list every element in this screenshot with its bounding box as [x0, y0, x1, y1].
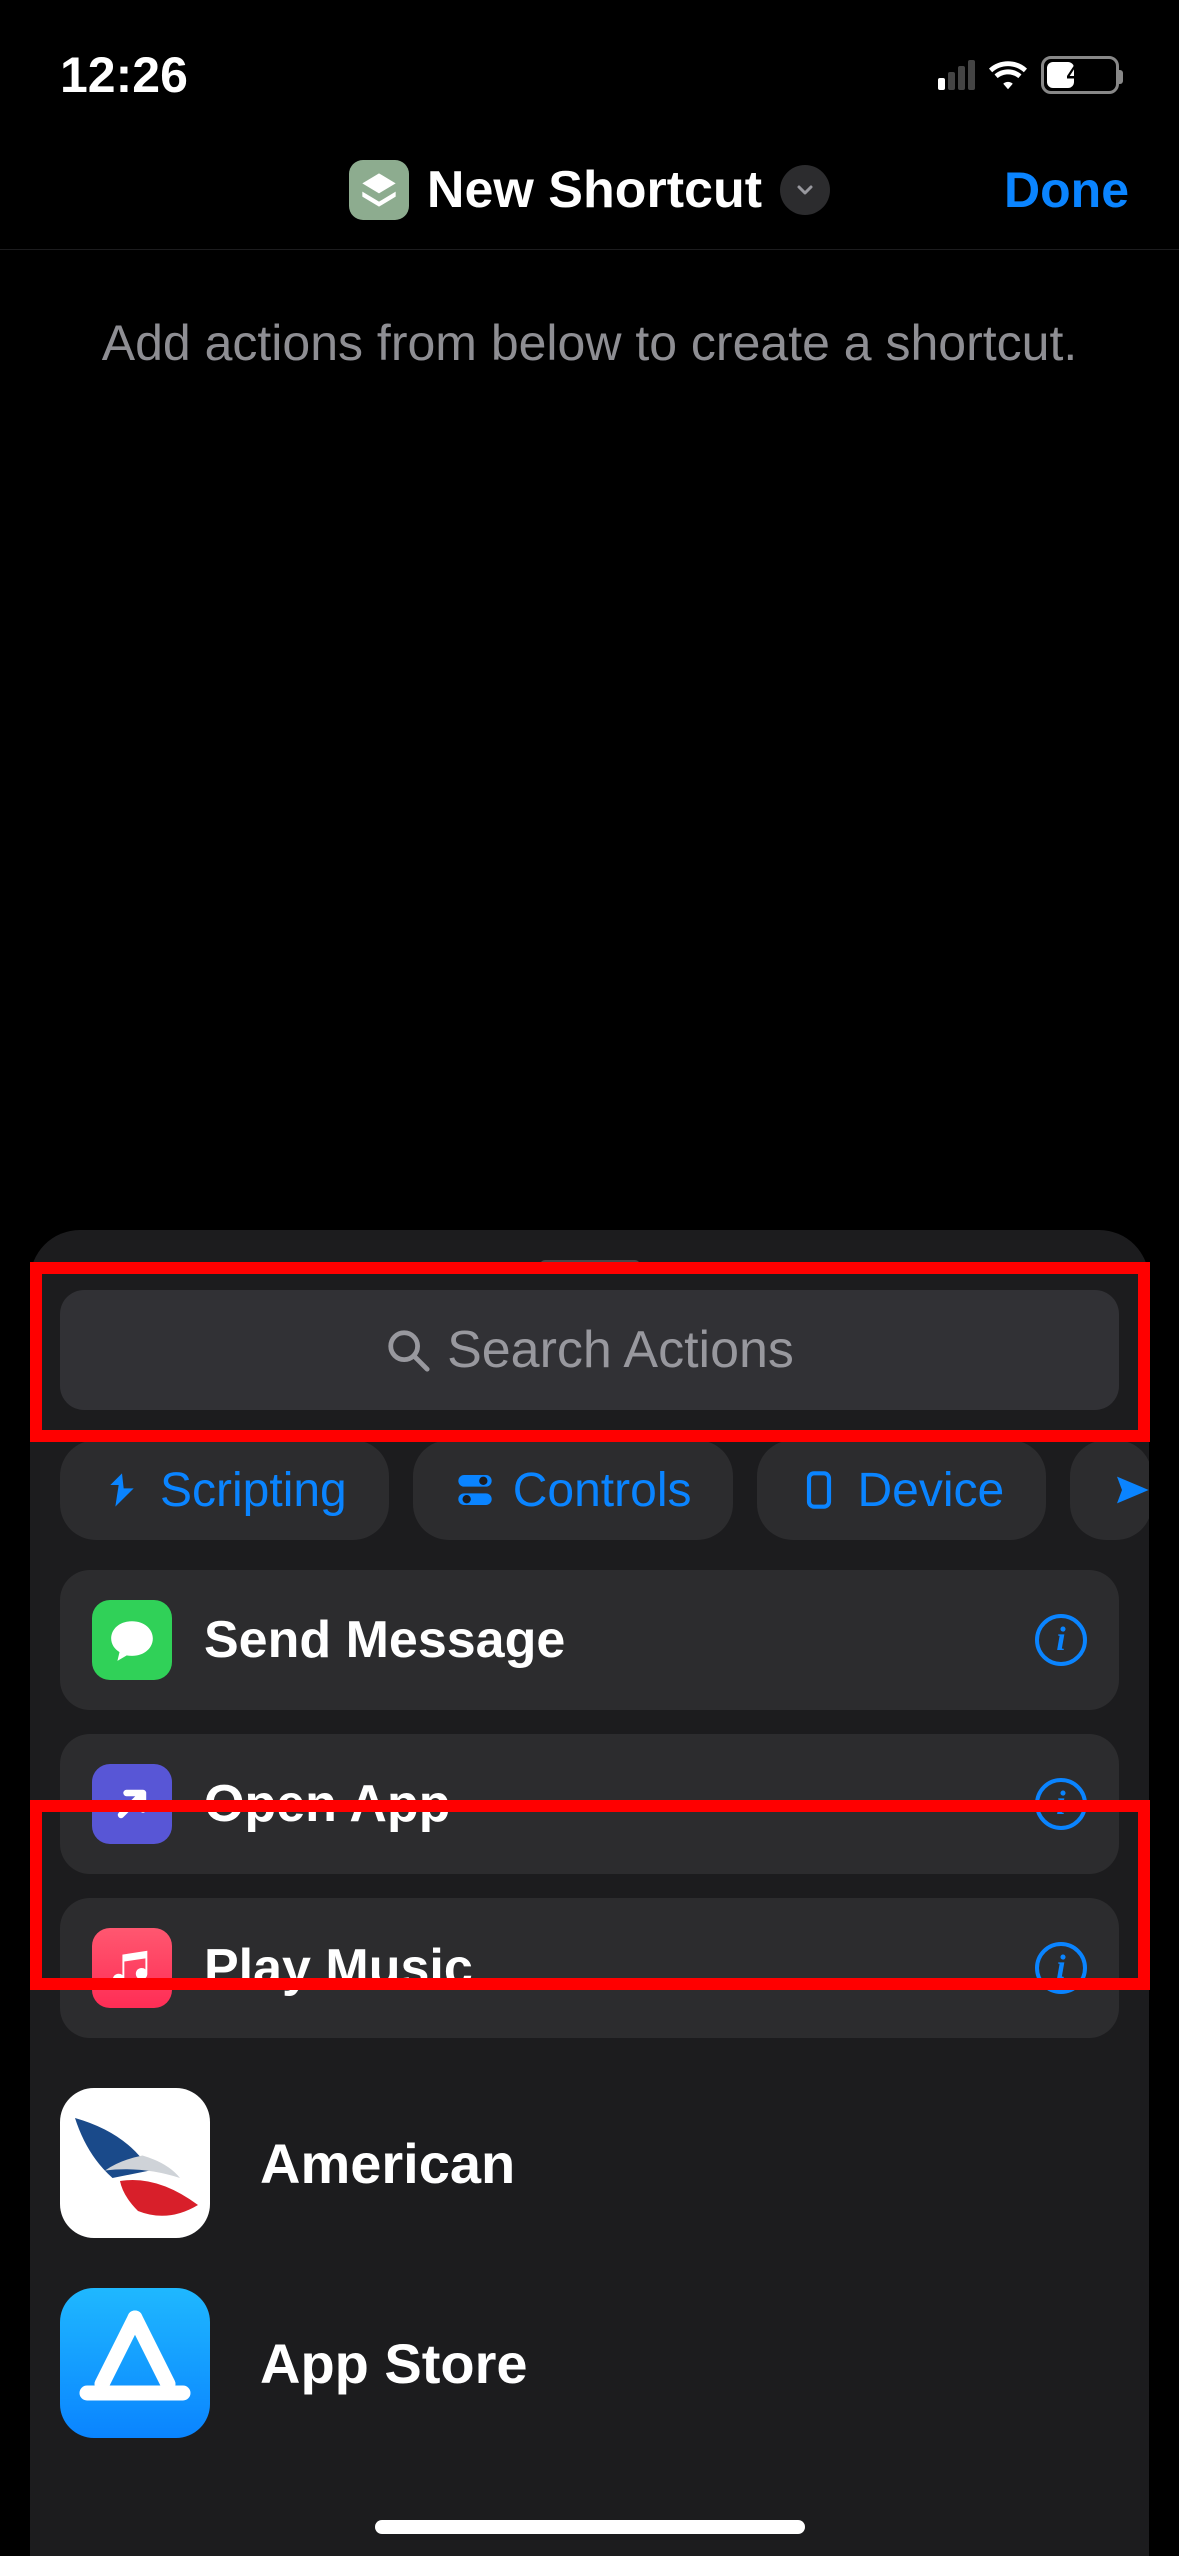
app-item-appstore[interactable]: App Store	[60, 2288, 1119, 2438]
chip-device[interactable]: Device	[757, 1440, 1046, 1540]
search-placeholder: Search Actions	[447, 1320, 794, 1380]
scripting-icon	[102, 1470, 142, 1510]
page-title: New Shortcut	[427, 160, 762, 220]
action-label: Play Music	[204, 1938, 1003, 1998]
chip-more[interactable]	[1070, 1440, 1149, 1540]
chip-controls[interactable]: Controls	[413, 1440, 734, 1540]
action-send-message[interactable]: Send Message i	[60, 1570, 1119, 1710]
chip-scripting[interactable]: Scripting	[60, 1440, 389, 1540]
open-app-icon	[92, 1764, 172, 1844]
american-icon	[60, 2088, 210, 2238]
battery-level: 41	[1044, 61, 1116, 89]
app-label: App Store	[260, 2331, 528, 2396]
send-icon	[1112, 1470, 1149, 1510]
category-chips[interactable]: Scripting Controls Device	[30, 1440, 1149, 1570]
apps-list: American App Store	[30, 2038, 1149, 2438]
action-open-app[interactable]: Open App i	[60, 1734, 1119, 1874]
search-input[interactable]: Search Actions	[60, 1290, 1119, 1410]
battery-icon: 41	[1041, 56, 1119, 94]
actions-sheet: Search Actions Scripting Controls Device	[30, 1230, 1149, 2556]
suggestions-list: Send Message i Open App i Play Music i	[30, 1570, 1149, 2038]
info-button[interactable]: i	[1035, 1778, 1087, 1830]
nav-title-group[interactable]: New Shortcut	[349, 160, 830, 220]
status-indicators: 41	[938, 56, 1119, 94]
home-indicator[interactable]	[375, 2520, 805, 2534]
empty-state-hint: Add actions from below to create a short…	[0, 250, 1179, 398]
status-bar: 12:26 41	[0, 0, 1179, 130]
chevron-down-icon[interactable]	[780, 165, 830, 215]
info-button[interactable]: i	[1035, 1942, 1087, 1994]
app-item-american[interactable]: American	[60, 2088, 1119, 2238]
appstore-icon	[60, 2288, 210, 2438]
chip-label: Controls	[513, 1463, 692, 1518]
shortcut-app-icon	[349, 160, 409, 220]
done-button[interactable]: Done	[1004, 161, 1129, 219]
messages-icon	[92, 1600, 172, 1680]
chip-label: Scripting	[160, 1463, 347, 1518]
action-play-music[interactable]: Play Music i	[60, 1898, 1119, 2038]
info-button[interactable]: i	[1035, 1614, 1087, 1666]
cellular-signal-icon	[938, 60, 975, 90]
controls-icon	[455, 1470, 495, 1510]
search-icon	[385, 1327, 431, 1373]
device-icon	[799, 1470, 839, 1510]
action-label: Send Message	[204, 1610, 1003, 1670]
nav-bar: New Shortcut Done	[0, 130, 1179, 250]
status-time: 12:26	[60, 46, 188, 104]
sheet-grabber[interactable]	[540, 1260, 640, 1270]
action-label: Open App	[204, 1774, 1003, 1834]
chip-label: Device	[857, 1463, 1004, 1518]
wifi-icon	[989, 60, 1027, 90]
music-icon	[92, 1928, 172, 2008]
app-label: American	[260, 2131, 515, 2196]
